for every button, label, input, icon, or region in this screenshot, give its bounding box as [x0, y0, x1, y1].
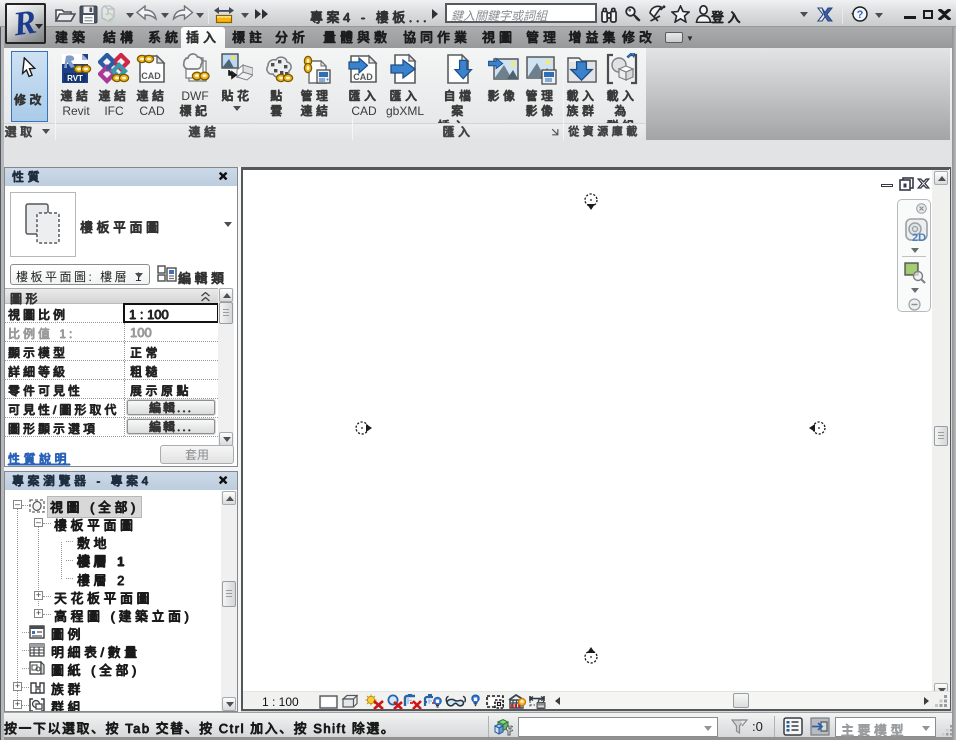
svg-text:CAD: CAD: [353, 72, 373, 82]
svg-text:CAD: CAD: [141, 71, 161, 81]
svg-text:?: ?: [857, 9, 864, 21]
svg-text:RVT: RVT: [67, 74, 83, 83]
